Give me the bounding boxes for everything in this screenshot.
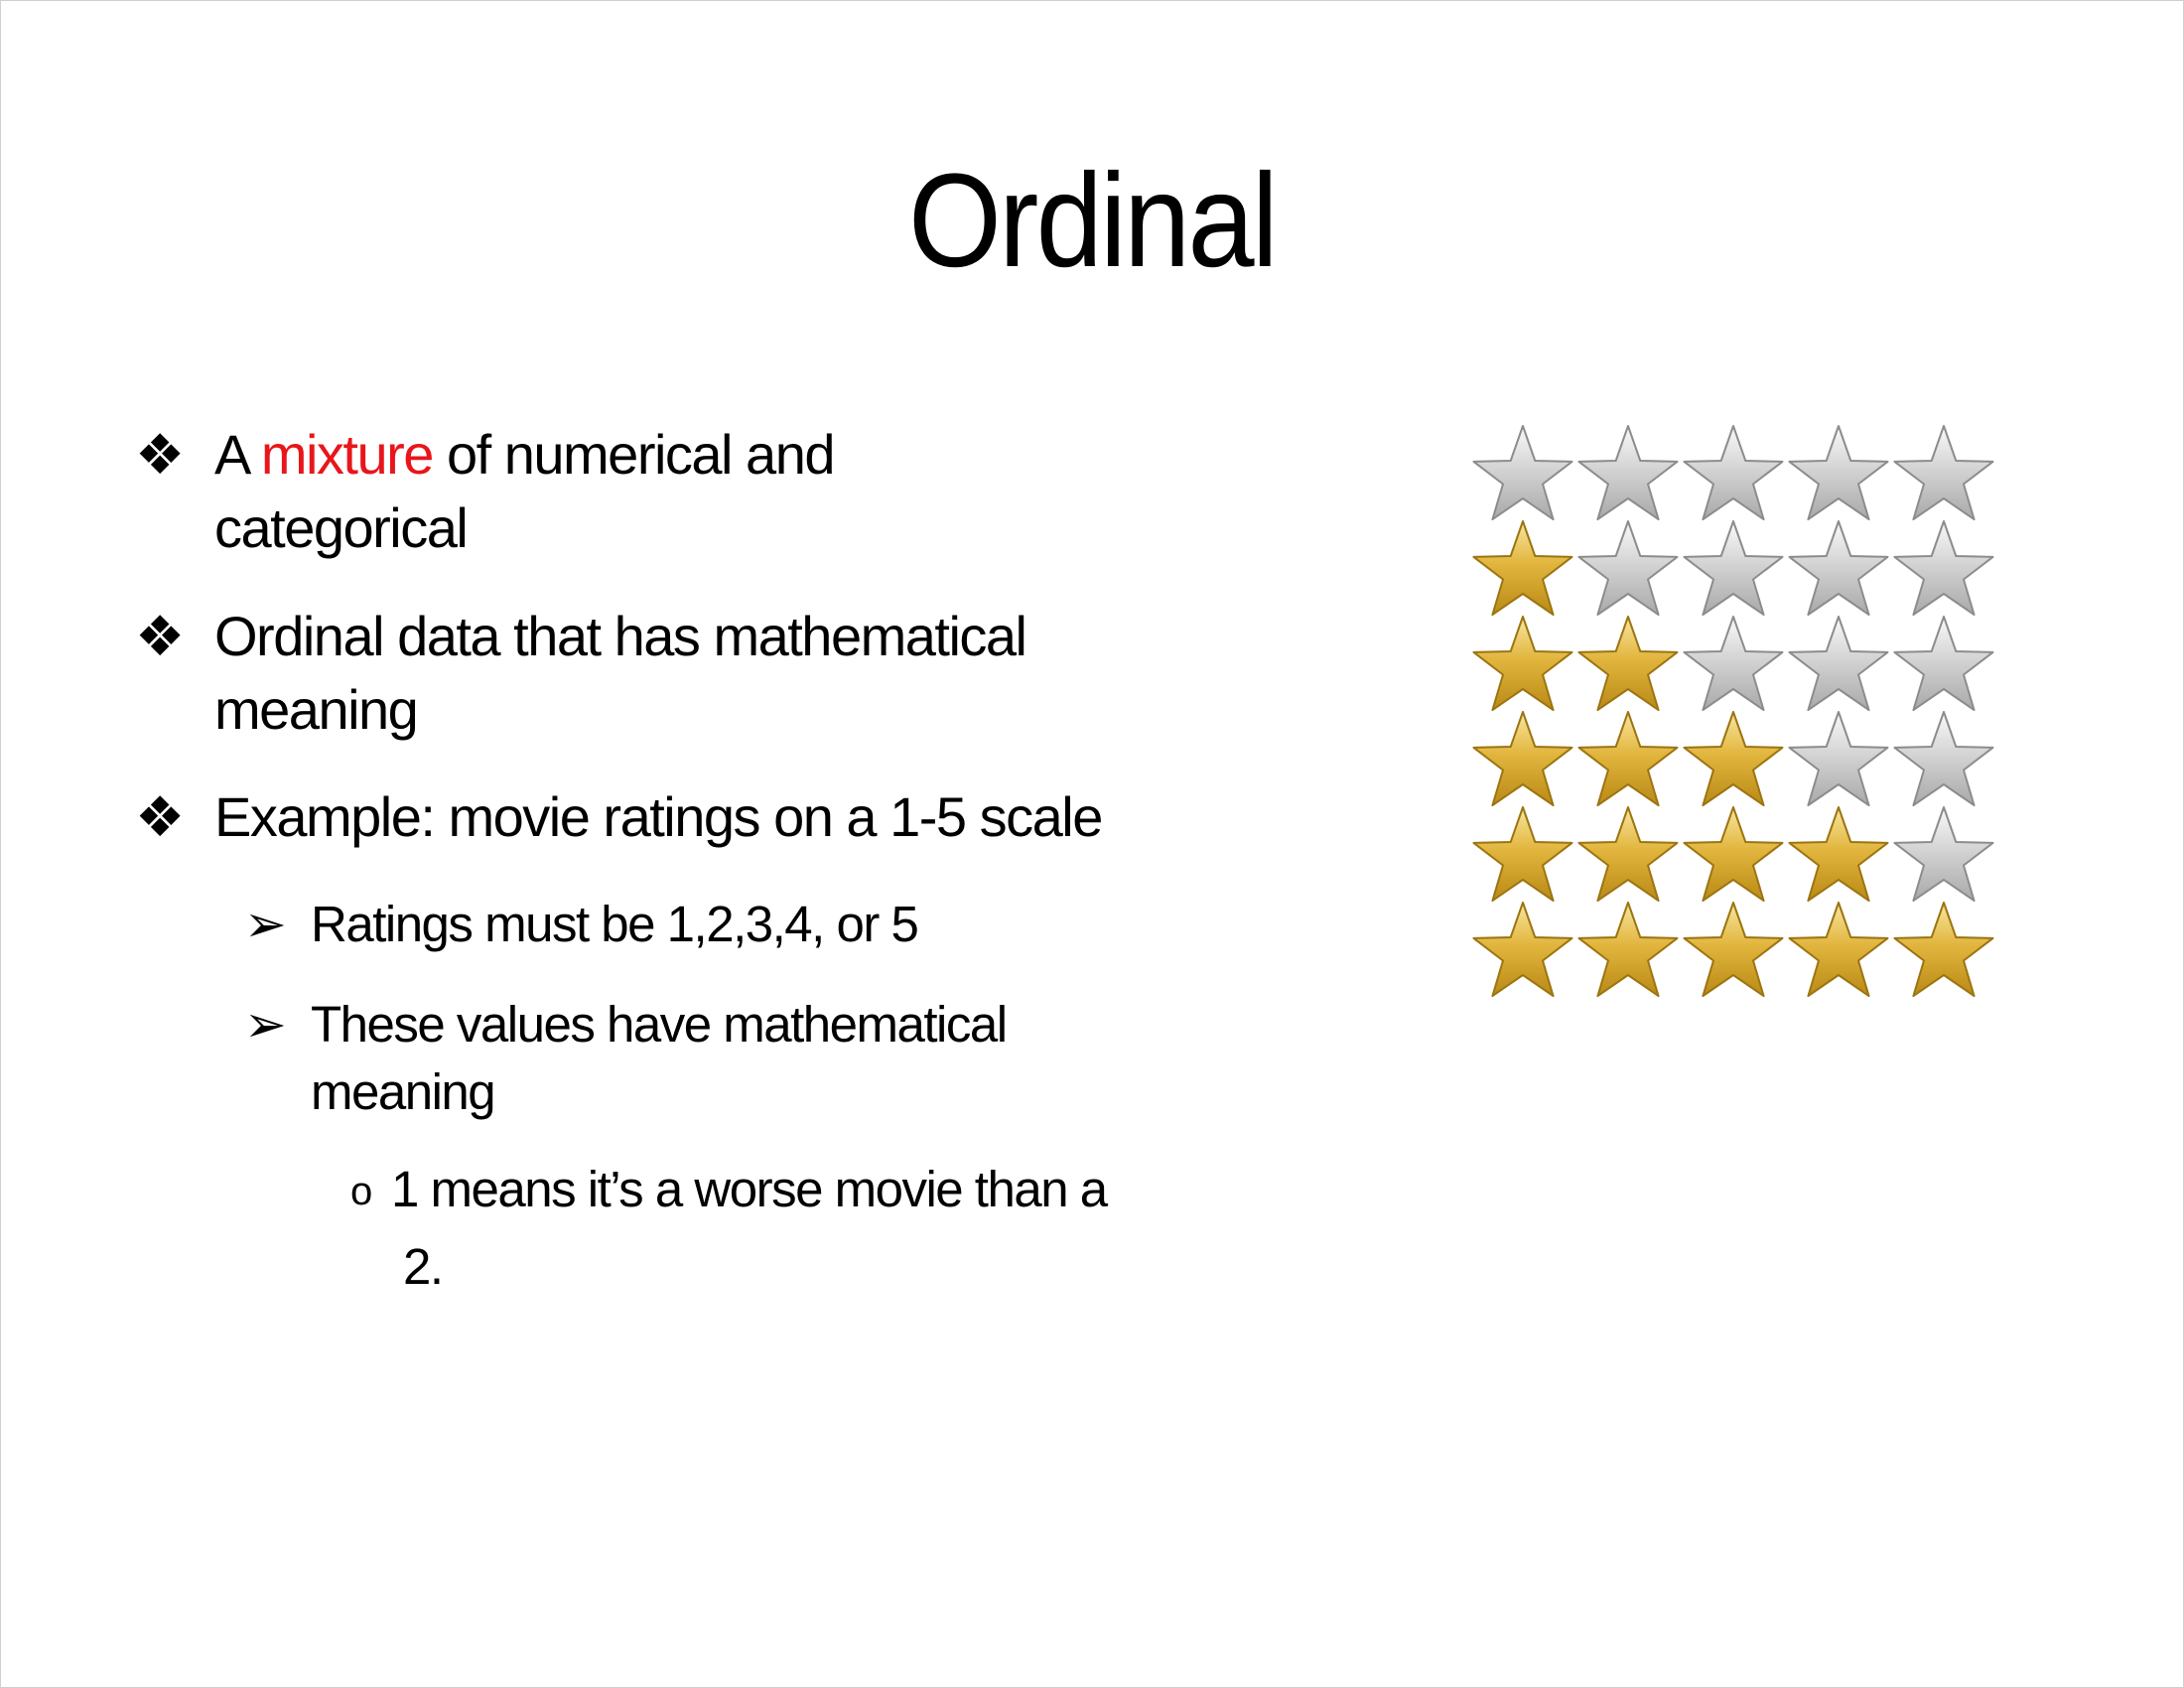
highlight-word: mixture bbox=[260, 423, 435, 486]
gray-star-icon bbox=[1683, 425, 1784, 521]
gold-star-icon bbox=[1472, 711, 1573, 807]
star-rating-graphic bbox=[1472, 425, 1994, 998]
circle-bullet-icon: o bbox=[350, 1170, 372, 1213]
bullet-text: A mixture of numerical and bbox=[214, 418, 836, 492]
gold-star-icon bbox=[1472, 616, 1573, 712]
gold-star-icon bbox=[1577, 806, 1679, 903]
diamond-bullet-icon: ❖ bbox=[135, 605, 185, 667]
gray-star-icon bbox=[1788, 711, 1889, 807]
diamond-bullet-icon: ❖ bbox=[135, 785, 185, 848]
bullet-text: Ordinal data that has mathematical bbox=[214, 605, 1027, 667]
slide-title: Ordinal bbox=[908, 147, 1279, 295]
sub-sub-bullet-text-line2: 2. bbox=[403, 1238, 444, 1295]
gray-star-icon bbox=[1893, 806, 1994, 903]
gray-star-icon bbox=[1893, 616, 1994, 712]
sub-sub-bullet-text: 1 means it’s a worse movie than a bbox=[391, 1161, 1108, 1217]
gray-star-icon bbox=[1893, 520, 1994, 617]
gold-star-icon bbox=[1577, 616, 1679, 712]
gray-star-icon bbox=[1683, 520, 1784, 617]
gold-star-icon bbox=[1472, 902, 1573, 998]
gray-star-icon bbox=[1893, 711, 1994, 807]
sub-bullet-text-line2: meaning bbox=[311, 1063, 496, 1120]
bullet-text: Example: movie ratings on a 1-5 scale bbox=[214, 785, 1103, 848]
gold-star-icon bbox=[1683, 902, 1784, 998]
gold-star-icon bbox=[1683, 711, 1784, 807]
star-rating-row bbox=[1472, 711, 1994, 807]
gold-star-icon bbox=[1683, 806, 1784, 903]
gray-star-icon bbox=[1893, 425, 1994, 521]
gray-star-icon bbox=[1788, 425, 1889, 521]
arrow-bullet-icon: ➢ bbox=[244, 996, 287, 1053]
bullet-text-rest: of numerical and bbox=[432, 423, 836, 486]
gold-star-icon bbox=[1893, 902, 1994, 998]
gold-star-icon bbox=[1472, 806, 1573, 903]
gray-star-icon bbox=[1683, 616, 1784, 712]
gold-star-icon bbox=[1472, 520, 1573, 617]
star-rating-row bbox=[1472, 520, 1994, 617]
sub-bullet-text: These values have mathematical bbox=[311, 996, 1008, 1053]
gray-star-icon bbox=[1788, 616, 1889, 712]
arrow-bullet-icon: ➢ bbox=[244, 896, 287, 952]
gold-star-icon bbox=[1577, 711, 1679, 807]
gray-star-icon bbox=[1577, 520, 1679, 617]
gold-star-icon bbox=[1788, 902, 1889, 998]
bullet-text-line2: categorical bbox=[214, 496, 469, 559]
bullet-text-line2: meaning bbox=[214, 678, 419, 741]
bullet-text-prefix: A bbox=[214, 423, 261, 486]
sub-bullet-text: Ratings must be 1,2,3,4, or 5 bbox=[311, 896, 919, 952]
gray-star-icon bbox=[1472, 425, 1573, 521]
gray-star-icon bbox=[1577, 425, 1679, 521]
star-rating-row bbox=[1472, 616, 1994, 712]
star-rating-row bbox=[1472, 806, 1994, 903]
gold-star-icon bbox=[1577, 902, 1679, 998]
star-rating-row bbox=[1472, 425, 1994, 521]
diamond-bullet-icon: ❖ bbox=[135, 423, 185, 486]
gray-star-icon bbox=[1788, 520, 1889, 617]
gold-star-icon bbox=[1788, 806, 1889, 903]
star-rating-row bbox=[1472, 902, 1994, 998]
slide: Ordinal ❖ A mixture of numerical and cat… bbox=[0, 0, 2184, 1688]
